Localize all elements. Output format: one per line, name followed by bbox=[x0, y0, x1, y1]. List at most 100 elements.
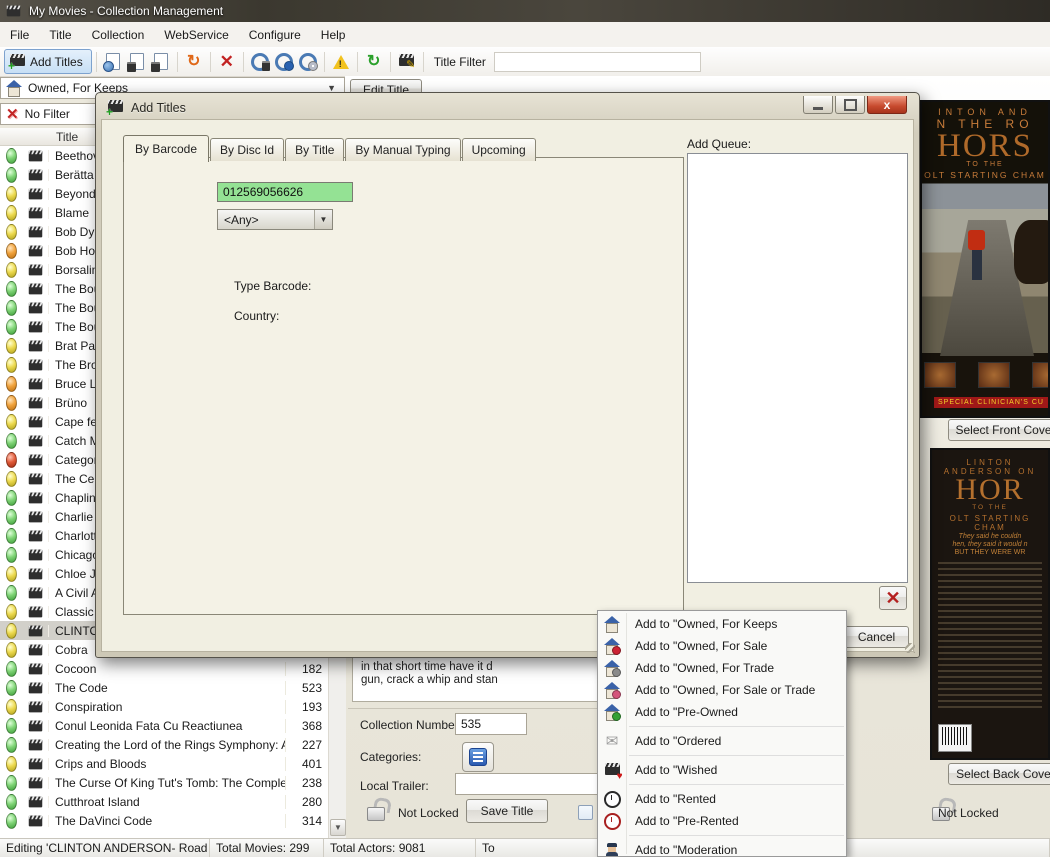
movie-icon bbox=[22, 606, 49, 618]
movie-icon bbox=[22, 245, 49, 257]
screen: My Movies - Collection Management FileTi… bbox=[0, 0, 1050, 857]
menu-item-label: Add to "Owned, For Sale or Trade bbox=[635, 683, 815, 697]
resize-grip[interactable] bbox=[905, 643, 915, 653]
movie-icon bbox=[22, 435, 49, 447]
menu-item-house-keeps[interactable]: Add to "Owned, For Keeps bbox=[598, 613, 846, 635]
sync-titles-icon[interactable]: ↻ bbox=[183, 51, 205, 73]
country-select[interactable]: <Any> ▼ bbox=[217, 209, 333, 230]
list-item[interactable]: Cocoon182 bbox=[0, 659, 328, 678]
report-problem-icon[interactable]: ! bbox=[330, 51, 352, 73]
menu-item-clock[interactable]: Add to "Rented bbox=[598, 788, 846, 810]
edit-panel-checkbox[interactable] bbox=[578, 805, 593, 820]
movie-icon bbox=[22, 625, 49, 637]
status-icon bbox=[0, 471, 22, 487]
movie-title: The DaVinci Code bbox=[49, 814, 285, 828]
menu-item-house-sale[interactable]: Add to "Owned, For Sale bbox=[598, 635, 846, 657]
menu-title[interactable]: Title bbox=[39, 24, 81, 46]
select-front-cover-button[interactable]: Select Front Cover bbox=[948, 419, 1050, 441]
menu-item-house-sale-trade[interactable]: Add to "Owned, For Sale or Trade bbox=[598, 679, 846, 701]
title-filter-input[interactable] bbox=[494, 52, 701, 72]
clock-icon bbox=[603, 791, 621, 808]
menu-item-clock-red[interactable]: Add to "Pre-Rented bbox=[598, 810, 846, 832]
toolbar-separator bbox=[243, 52, 244, 72]
status-icon bbox=[0, 433, 22, 449]
update-title-icon[interactable] bbox=[249, 51, 271, 73]
list-item[interactable]: The Code523 bbox=[0, 678, 328, 697]
clapper-heart-icon: ♥ bbox=[603, 763, 621, 778]
tab-by-barcode[interactable]: By Barcode bbox=[123, 135, 209, 162]
minimize-button[interactable] bbox=[803, 96, 833, 114]
movie-icon bbox=[22, 454, 49, 466]
save-title-document-icon[interactable] bbox=[126, 51, 148, 73]
status-icon bbox=[0, 775, 22, 791]
save-title-button[interactable]: Save Title bbox=[466, 799, 548, 823]
app-icon bbox=[7, 6, 21, 17]
menu-configure[interactable]: Configure bbox=[239, 24, 311, 46]
menu-item-envelope[interactable]: ✉Add to "Ordered bbox=[598, 730, 846, 752]
tab-by-title[interactable]: By Title bbox=[285, 138, 344, 161]
menu-item-house-trade[interactable]: Add to "Owned, For Trade bbox=[598, 657, 846, 679]
menu-collection[interactable]: Collection bbox=[82, 24, 155, 46]
update-disc-icon[interactable] bbox=[297, 51, 319, 73]
maximize-button[interactable] bbox=[835, 96, 865, 114]
chevron-down-icon[interactable]: ▼ bbox=[314, 210, 332, 229]
scroll-down-icon[interactable]: ▼ bbox=[330, 819, 346, 836]
collection-number: 238 bbox=[285, 776, 328, 790]
status-icon bbox=[0, 680, 22, 696]
menu-separator bbox=[629, 755, 844, 756]
tab-upcoming[interactable]: Upcoming bbox=[462, 138, 536, 161]
movie-icon bbox=[22, 777, 49, 789]
list-item[interactable]: Crips and Bloods401 bbox=[0, 754, 328, 773]
add-titles-button[interactable]: + Add Titles bbox=[4, 49, 92, 74]
barcode-input[interactable]: 012569056626 bbox=[217, 182, 353, 202]
categories-label: Categories: bbox=[360, 750, 421, 764]
tab-by-manual-typing[interactable]: By Manual Typing bbox=[345, 138, 460, 161]
status-icon bbox=[0, 376, 22, 392]
movie-icon bbox=[22, 758, 49, 770]
add-queue-list[interactable] bbox=[687, 153, 908, 583]
tab-by-disc-id[interactable]: By Disc Id bbox=[210, 138, 284, 161]
import-title-document-icon[interactable] bbox=[150, 51, 172, 73]
movie-icon bbox=[22, 264, 49, 276]
toolbar: + Add Titles ↻✕!↻✎ Title Filter bbox=[0, 47, 1050, 77]
collection-number: 401 bbox=[285, 757, 328, 771]
front-cover-image: INTON AND N THE RO HORS TO THE OLT START… bbox=[920, 100, 1050, 418]
status-icon bbox=[0, 281, 22, 297]
movie-icon bbox=[22, 796, 49, 808]
export-web-title-icon[interactable] bbox=[102, 51, 124, 73]
menu-item-label: Add to "Moderation bbox=[635, 843, 737, 857]
menu-file[interactable]: File bbox=[0, 24, 39, 46]
menu-item-label: Add to "Pre-Owned bbox=[635, 705, 738, 719]
list-item[interactable]: Creating the Lord of the Rings Symphony:… bbox=[0, 735, 328, 754]
menu-item-clapper-heart[interactable]: ♥Add to "Wished bbox=[598, 759, 846, 781]
cancel-button[interactable]: Cancel bbox=[844, 626, 909, 648]
no-filter-icon: ✕ bbox=[6, 105, 19, 123]
select-back-cover-button[interactable]: Select Back Cover bbox=[948, 763, 1050, 785]
list-item[interactable]: Cutthroat Island280 bbox=[0, 792, 328, 811]
barcode-field-label: Type Barcode: bbox=[234, 279, 311, 293]
close-button[interactable]: x bbox=[867, 96, 907, 114]
list-item[interactable]: Conul Leonida Fata Cu Reactiunea368 bbox=[0, 716, 328, 735]
status-icon bbox=[0, 300, 22, 316]
list-item[interactable]: The Curse Of King Tut's Tomb: The Comple… bbox=[0, 773, 328, 792]
list-item[interactable]: The DaVinci Code314 bbox=[0, 811, 328, 830]
delete-title-icon[interactable]: ✕ bbox=[216, 51, 238, 73]
menu-item-moderator[interactable]: Add to "Moderation bbox=[598, 839, 846, 857]
remove-from-queue-button[interactable]: ✕ bbox=[879, 586, 907, 610]
menu-webservice[interactable]: WebService bbox=[154, 24, 238, 46]
menu-help[interactable]: Help bbox=[311, 24, 356, 46]
status-icon bbox=[0, 357, 22, 373]
menu-item-label: Add to "Owned, For Sale bbox=[635, 639, 767, 653]
list-item[interactable]: Conspiration193 bbox=[0, 697, 328, 716]
edit-title-icon[interactable]: ✎ bbox=[396, 51, 418, 73]
status-icon bbox=[0, 224, 22, 240]
categories-button[interactable] bbox=[462, 742, 494, 772]
lock-icon[interactable] bbox=[365, 798, 389, 822]
status-icon bbox=[0, 642, 22, 658]
refresh-icon[interactable]: ↻ bbox=[363, 51, 385, 73]
dialog-title: Add Titles bbox=[131, 101, 186, 115]
menu-item-house-preowned[interactable]: Add to "Pre-Owned bbox=[598, 701, 846, 723]
collection-number-input[interactable]: 535 bbox=[455, 713, 527, 735]
update-person-icon[interactable] bbox=[273, 51, 295, 73]
movie-icon bbox=[22, 169, 49, 181]
